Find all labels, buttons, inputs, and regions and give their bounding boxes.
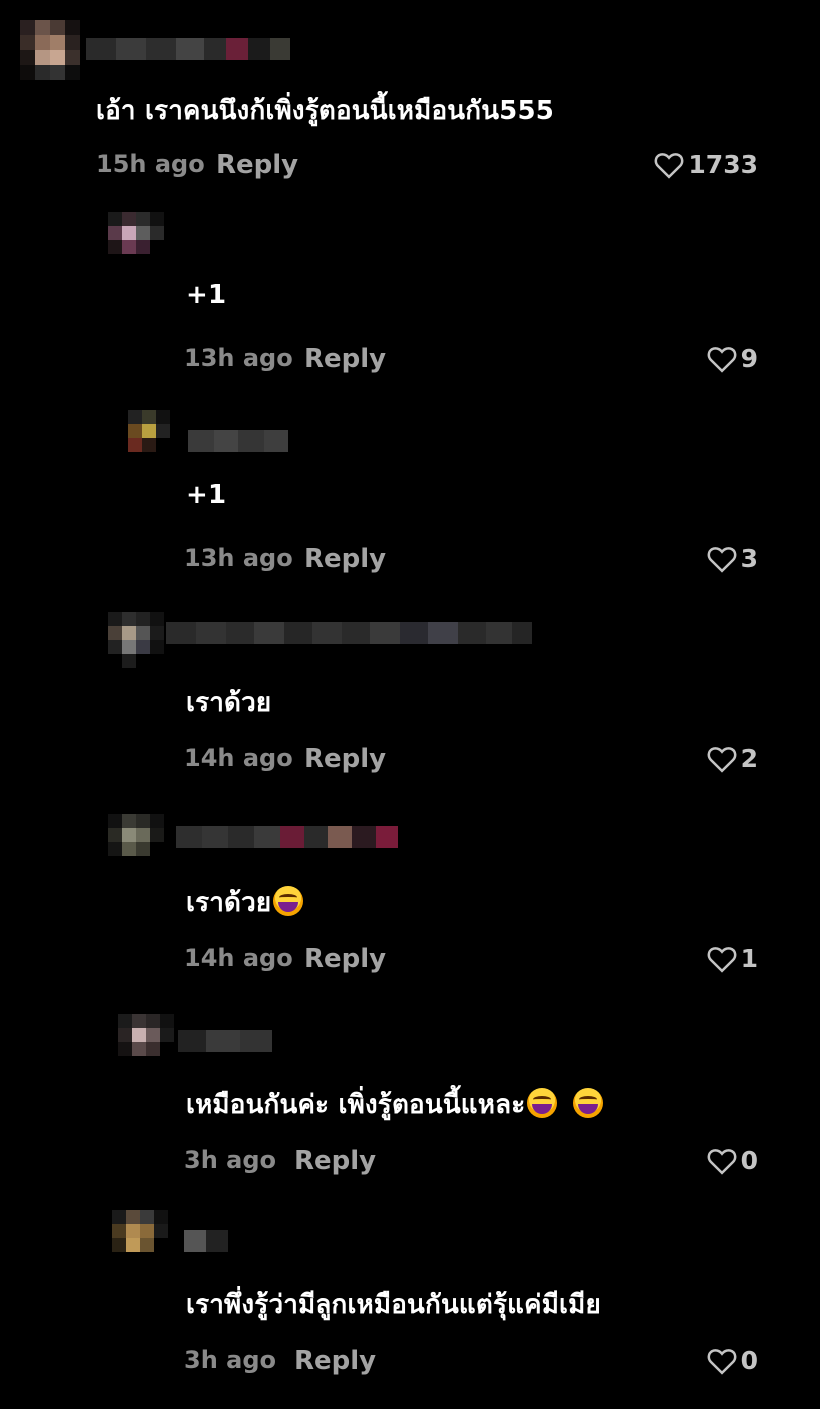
comment-text-content: เราด้วย [186,888,272,918]
like-button[interactable]: 1733 [654,150,758,179]
like-count: 1 [740,944,758,973]
avatar[interactable] [128,410,184,466]
like-button[interactable]: 2 [707,744,758,773]
comment-timestamp: 13h ago [184,344,293,372]
reply-button[interactable]: Reply [216,150,298,180]
avatar[interactable] [118,1014,174,1070]
avatar[interactable] [112,1210,168,1266]
like-count: 2 [740,744,758,773]
comment-text: เราด้วย [186,688,272,718]
heart-outline-icon [707,1348,737,1375]
comment-item: +1 13h ago Reply 9 [0,200,820,400]
like-button[interactable]: 1 [707,944,758,973]
avatar[interactable] [108,612,164,668]
comment-text: เหมือนกันค่ะ เพิ่งรู้ตอนนี้แหละ [186,1084,603,1125]
heart-outline-icon [707,346,737,373]
reply-button[interactable]: Reply [304,944,386,974]
reply-button[interactable]: Reply [294,1146,376,1176]
reply-button[interactable]: Reply [304,544,386,574]
comment-text: +1 [186,480,227,510]
comment-text: เราด้วย [186,882,304,923]
comment-timestamp: 14h ago [184,944,293,972]
heart-outline-icon [707,1148,737,1175]
comment-item: เอ้า เราคนนึงก้เพิ่งรู้ตอนนี้เหมือนกัน55… [0,0,820,200]
like-count: 0 [740,1146,758,1175]
comment-text-content: เหมือนกันค่ะ เพิ่งรู้ตอนนี้แหละ [186,1090,526,1120]
like-button[interactable]: 0 [707,1346,758,1375]
like-count: 0 [740,1346,758,1375]
heart-outline-icon [707,946,737,973]
username-blurred[interactable] [176,826,398,848]
like-button[interactable]: 3 [707,544,758,573]
grinning-face-with-tears-emoji [273,886,304,916]
heart-outline-icon [707,746,737,773]
like-count: 3 [740,544,758,573]
username-blurred[interactable] [86,38,290,60]
like-count: 9 [740,344,758,373]
like-button[interactable]: 9 [707,344,758,373]
comment-item: +1 13h ago Reply 3 [0,400,820,600]
comment-item: เราด้วย 14h ago Reply 1 [0,800,820,1000]
heart-outline-icon [654,152,684,179]
comment-text: เอ้า เราคนนึงก้เพิ่งรู้ตอนนี้เหมือนกัน55… [96,96,555,126]
comment-timestamp: 15h ago [96,150,205,178]
like-button[interactable]: 0 [707,1146,758,1175]
comment-timestamp: 3h ago [184,1346,277,1374]
comment-text: +1 [186,280,227,310]
username-blurred[interactable] [188,430,288,452]
comment-timestamp: 3h ago [184,1146,277,1174]
username-blurred[interactable] [166,622,532,644]
avatar[interactable] [108,814,164,870]
comment-item: เราด้วย 14h ago Reply 2 [0,600,820,800]
heart-outline-icon [707,546,737,573]
username-blurred[interactable] [178,1030,272,1052]
grinning-face-with-tears-emoji [572,1088,603,1118]
reply-button[interactable]: Reply [294,1346,376,1376]
reply-button[interactable]: Reply [304,344,386,374]
comment-item: เราพึ่งรู้ว่ามีลูกเหมือนกันแต่รุ้แค่มีเม… [0,1200,820,1400]
comment-timestamp: 13h ago [184,544,293,572]
comment-timestamp: 14h ago [184,744,293,772]
comment-text: เราพึ่งรู้ว่ามีลูกเหมือนกันแต่รุ้แค่มีเม… [186,1290,601,1320]
reply-button[interactable]: Reply [304,744,386,774]
avatar[interactable] [108,212,164,268]
username-blurred[interactable] [184,1230,228,1252]
like-count: 1733 [688,150,758,179]
grinning-face-with-tears-emoji [527,1088,558,1118]
avatar[interactable] [20,20,80,80]
comment-item: เหมือนกันค่ะ เพิ่งรู้ตอนนี้แหละ 3h ago R… [0,1000,820,1200]
